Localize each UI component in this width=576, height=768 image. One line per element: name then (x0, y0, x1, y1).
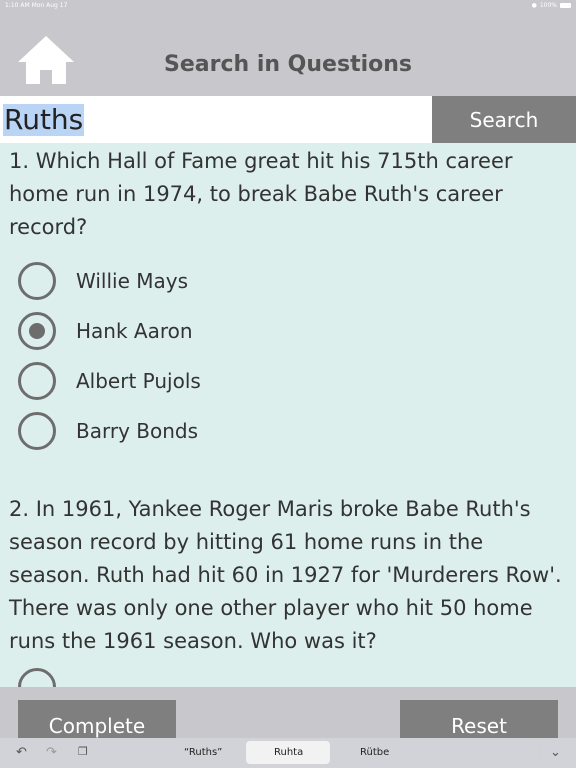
undo-icon[interactable]: ↶ (16, 745, 27, 760)
reset-button[interactable]: Reset (400, 700, 558, 738)
radio-button[interactable] (18, 412, 56, 450)
option-label: Hank Aaron (76, 319, 193, 343)
radio-button-selected[interactable] (18, 312, 56, 350)
search-row: Ruths Search (0, 96, 576, 143)
redo-icon[interactable]: ↷ (46, 745, 57, 760)
status-time: 1:10 AM Mon Aug 17 (5, 2, 68, 9)
option-partial[interactable] (18, 665, 56, 687)
option-label: Barry Bonds (76, 419, 199, 443)
option-barry-bonds[interactable]: Barry Bonds (18, 409, 198, 453)
divider: | (538, 744, 543, 759)
radio-button[interactable] (18, 362, 56, 400)
radio-button[interactable] (18, 668, 56, 687)
wifi-icon: ● (531, 2, 537, 9)
option-label: Albert Pujols (76, 369, 201, 393)
keyboard-shortcut-bar: ↶ ↷ ❐ “Ruths” Ruhta Rütbe | ⌄ (0, 738, 576, 768)
option-label: Willie Mays (76, 269, 188, 293)
complete-button[interactable]: Complete (18, 700, 176, 738)
chevron-down-icon[interactable]: ⌄ (550, 745, 561, 760)
status-bar: 1:10 AM Mon Aug 17 ● 100% (0, 0, 576, 12)
search-input-value: Ruths (3, 103, 85, 136)
option-albert-pujols[interactable]: Albert Pujols (18, 359, 201, 403)
question-2-text: 2. In 1961, Yankee Roger Maris broke Bab… (9, 497, 562, 653)
option-hank-aaron[interactable]: Hank Aaron (18, 309, 193, 353)
page-title: Search in Questions (164, 52, 412, 77)
radio-button[interactable] (18, 262, 56, 300)
header: Search in Questions (0, 12, 576, 96)
suggestion-item[interactable]: Rütbe (360, 747, 389, 758)
question-1-text: 1. Which Hall of Fame great hit his 715t… (9, 149, 513, 239)
search-button[interactable]: Search (432, 96, 576, 143)
suggestion-item[interactable]: “Ruths” (184, 747, 222, 758)
status-right: ● 100% (532, 2, 571, 9)
search-input[interactable]: Ruths (0, 96, 432, 143)
footer: Complete Reset (0, 687, 576, 738)
battery-icon (560, 3, 571, 8)
suggestion-item[interactable]: Ruhta (274, 747, 303, 758)
questions-list[interactable]: 1. Which Hall of Fame great hit his 715t… (0, 143, 576, 687)
option-willie-mays[interactable]: Willie Mays (18, 259, 188, 303)
battery-percent: 100% (539, 2, 557, 9)
clipboard-icon[interactable]: ❐ (78, 745, 88, 758)
